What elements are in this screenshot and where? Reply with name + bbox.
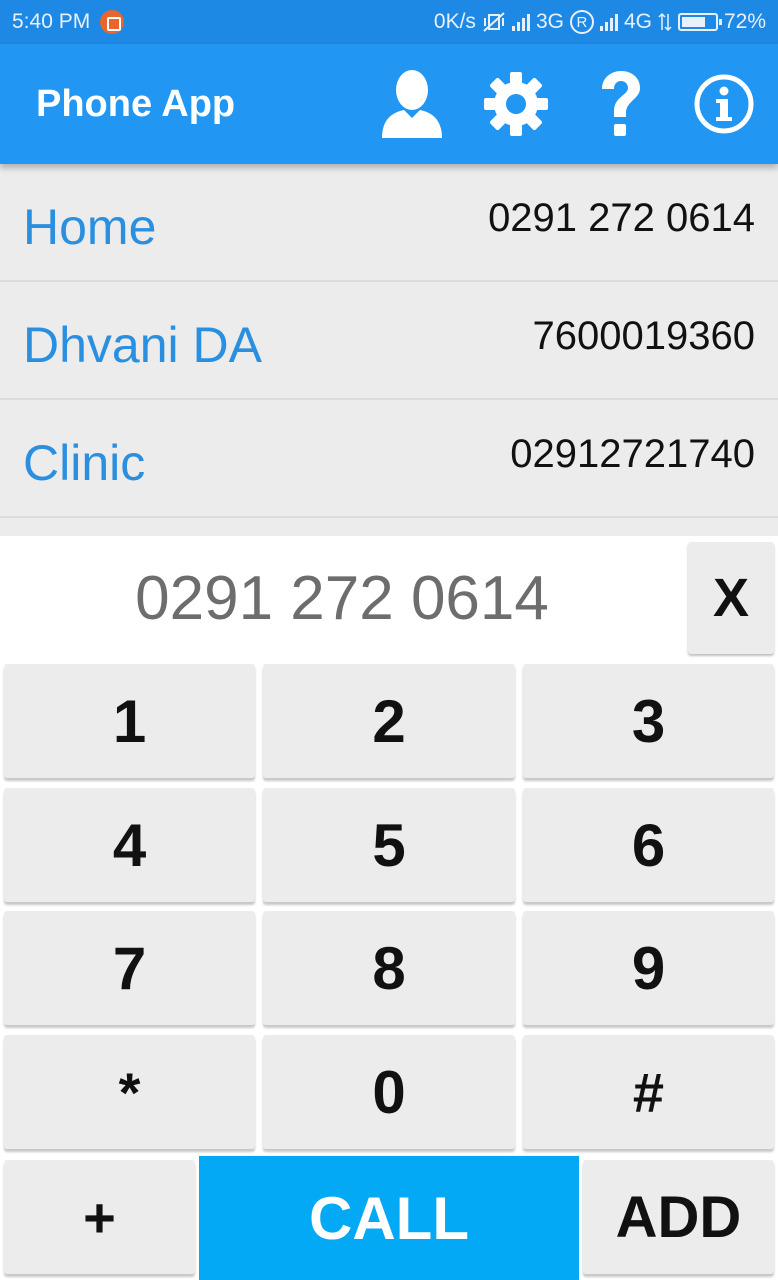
settings-button[interactable] <box>468 54 564 154</box>
signal-icon <box>599 13 618 31</box>
contact-name: Home <box>23 199 157 255</box>
help-button[interactable] <box>572 54 668 154</box>
key-star[interactable]: * <box>4 1035 255 1149</box>
gear-icon <box>484 72 548 136</box>
status-time: 5:40 PM <box>12 10 91 33</box>
contact-name: Dhvani DA <box>23 317 262 373</box>
notification-icon <box>100 10 125 34</box>
network-3g: 3G <box>535 10 564 33</box>
battery-icon <box>677 13 722 31</box>
contact-row-clinic[interactable]: Clinic 02912721740 <box>0 400 778 518</box>
key-3[interactable]: 3 <box>523 664 774 778</box>
number-entry-bar: 0291 272 0614 X <box>0 536 778 660</box>
call-button[interactable]: CALL <box>199 1156 579 1280</box>
key-4[interactable]: 4 <box>4 788 255 902</box>
key-8[interactable]: 8 <box>263 911 515 1025</box>
key-9[interactable]: 9 <box>523 911 774 1025</box>
add-button[interactable]: ADD <box>583 1160 774 1274</box>
key-6[interactable]: 6 <box>523 788 774 902</box>
clear-button[interactable]: X <box>688 542 774 654</box>
info-icon <box>694 74 754 134</box>
profile-button[interactable] <box>364 54 460 154</box>
roaming-icon: R <box>569 10 594 34</box>
dial-keypad: 1 2 3 4 5 6 7 8 9 * 0 # + CALL ADD <box>0 660 778 1280</box>
contact-number: 02912721740 <box>510 432 755 476</box>
key-1[interactable]: 1 <box>4 664 255 778</box>
key-0[interactable]: 0 <box>263 1035 515 1149</box>
plus-button[interactable]: + <box>4 1160 195 1274</box>
app-bar: Phone App <box>0 44 778 164</box>
contact-list: Home 0291 272 0614 Dhvani DA 7600019360 … <box>0 164 778 518</box>
data-arrows-icon <box>658 12 672 32</box>
help-icon <box>602 71 640 136</box>
number-input[interactable]: 0291 272 0614 <box>0 536 684 660</box>
key-hash[interactable]: # <box>523 1035 774 1149</box>
signal-icon <box>511 13 530 31</box>
info-button[interactable] <box>676 54 772 154</box>
status-bar: 5:40 PM 0K/s 3G R 4G 72% <box>0 0 778 44</box>
battery-percent: 72% <box>723 10 766 33</box>
contact-number: 7600019360 <box>532 314 755 358</box>
vibrate-icon <box>483 12 505 32</box>
key-2[interactable]: 2 <box>263 664 515 778</box>
contact-number: 0291 272 0614 <box>488 196 755 240</box>
contact-row-dhvani-da[interactable]: Dhvani DA 7600019360 <box>0 282 778 400</box>
network-4g: 4G <box>623 10 652 33</box>
person-icon <box>382 70 442 138</box>
app-title: Phone App <box>36 82 236 125</box>
key-5[interactable]: 5 <box>263 788 515 902</box>
contact-name: Clinic <box>23 435 146 491</box>
net-speed: 0K/s <box>433 10 476 33</box>
key-7[interactable]: 7 <box>4 911 255 1025</box>
contact-row-home[interactable]: Home 0291 272 0614 <box>0 164 778 282</box>
